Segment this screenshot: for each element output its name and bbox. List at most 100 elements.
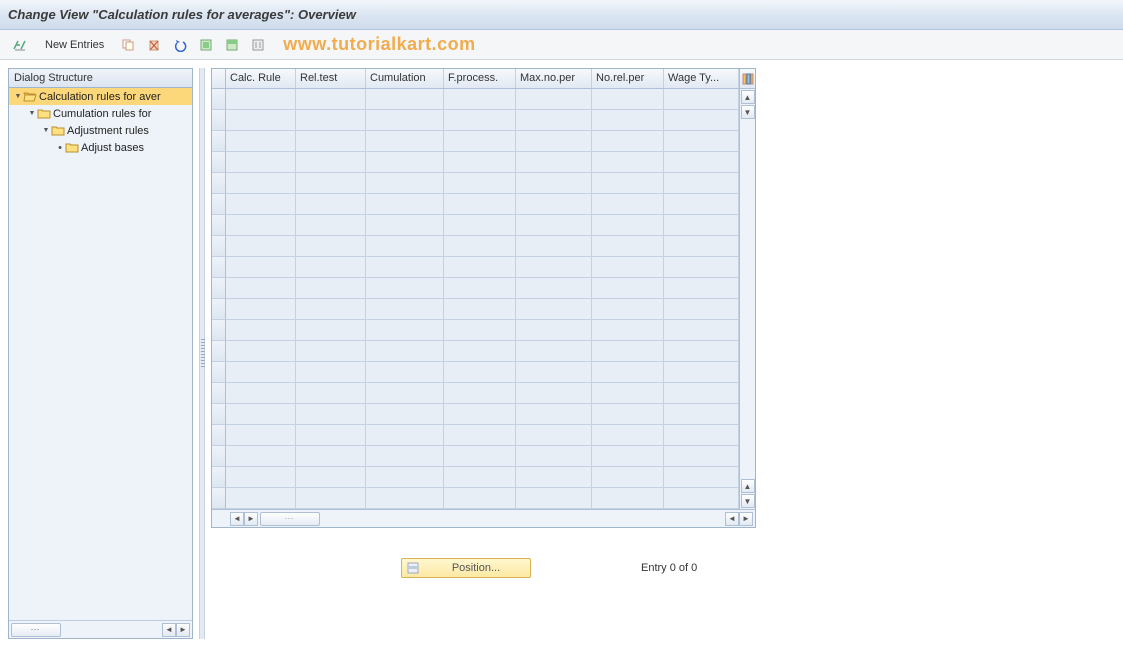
table-cell[interactable]	[296, 215, 366, 236]
table-cell[interactable]	[226, 383, 296, 404]
sidebar-more-button[interactable]: ⋯	[11, 623, 61, 637]
table-cell[interactable]	[444, 341, 516, 362]
scroll-down-icon[interactable]: ▼	[741, 494, 755, 508]
tree-node[interactable]: ▼Cumulation rules for	[9, 105, 192, 122]
table-cell[interactable]	[592, 299, 664, 320]
row-selector[interactable]	[212, 110, 226, 131]
table-cell[interactable]	[516, 152, 592, 173]
table-cell[interactable]	[366, 341, 444, 362]
table-cell[interactable]	[296, 278, 366, 299]
table-cell[interactable]	[592, 110, 664, 131]
vertical-scrollbar[interactable]: ▲ ▼ ▲ ▼	[739, 89, 755, 509]
table-cell[interactable]	[592, 404, 664, 425]
table-cell[interactable]	[444, 446, 516, 467]
table-cell[interactable]	[664, 236, 739, 257]
position-button[interactable]: Position...	[401, 558, 531, 578]
table-cell[interactable]	[664, 488, 739, 509]
table-cell[interactable]	[516, 173, 592, 194]
table-cell[interactable]	[226, 488, 296, 509]
table-cell[interactable]	[444, 362, 516, 383]
table-cell[interactable]	[516, 488, 592, 509]
row-selector[interactable]	[212, 467, 226, 488]
table-cell[interactable]	[664, 383, 739, 404]
table-cell[interactable]	[664, 362, 739, 383]
table-cell[interactable]	[516, 362, 592, 383]
table-cell[interactable]	[444, 278, 516, 299]
table-cell[interactable]	[226, 215, 296, 236]
table-cell[interactable]	[592, 341, 664, 362]
table-cell[interactable]	[226, 173, 296, 194]
table-cell[interactable]	[296, 488, 366, 509]
table-cell[interactable]	[226, 89, 296, 110]
table-cell[interactable]	[444, 425, 516, 446]
column-header-cumulation[interactable]: Cumulation	[366, 69, 444, 88]
table-cell[interactable]	[664, 152, 739, 173]
table-cell[interactable]	[516, 467, 592, 488]
table-cell[interactable]	[366, 278, 444, 299]
table-cell[interactable]	[296, 89, 366, 110]
table-cell[interactable]	[592, 362, 664, 383]
table-cell[interactable]	[592, 236, 664, 257]
table-cell[interactable]	[664, 341, 739, 362]
configure-columns-icon[interactable]	[739, 69, 755, 88]
table-cell[interactable]	[366, 236, 444, 257]
table-row[interactable]	[212, 467, 739, 488]
row-selector[interactable]	[212, 383, 226, 404]
column-header-wage-type[interactable]: Wage Ty...	[664, 69, 739, 88]
table-cell[interactable]	[664, 89, 739, 110]
table-cell[interactable]	[516, 131, 592, 152]
table-cell[interactable]	[296, 362, 366, 383]
table-cell[interactable]	[226, 131, 296, 152]
table-cell[interactable]	[444, 488, 516, 509]
table-row[interactable]	[212, 278, 739, 299]
table-cell[interactable]	[296, 299, 366, 320]
table-cell[interactable]	[664, 299, 739, 320]
row-selector[interactable]	[212, 194, 226, 215]
table-cell[interactable]	[664, 278, 739, 299]
table-row[interactable]	[212, 236, 739, 257]
table-cell[interactable]	[444, 110, 516, 131]
table-cell[interactable]	[516, 110, 592, 131]
undo-icon[interactable]	[169, 35, 191, 55]
table-cell[interactable]	[226, 467, 296, 488]
table-cell[interactable]	[226, 425, 296, 446]
tree-node[interactable]: •Adjust bases	[9, 139, 192, 156]
row-selector[interactable]	[212, 488, 226, 509]
table-cell[interactable]	[516, 341, 592, 362]
table-cell[interactable]	[592, 215, 664, 236]
table-row[interactable]	[212, 131, 739, 152]
table-cell[interactable]	[296, 383, 366, 404]
table-cell[interactable]	[516, 89, 592, 110]
table-row[interactable]	[212, 173, 739, 194]
expander-icon[interactable]: ▼	[27, 110, 37, 117]
table-cell[interactable]	[592, 488, 664, 509]
table-cell[interactable]	[366, 173, 444, 194]
table-cell[interactable]	[296, 152, 366, 173]
table-cell[interactable]	[444, 467, 516, 488]
table-cell[interactable]	[664, 404, 739, 425]
table-cell[interactable]	[296, 110, 366, 131]
row-selector[interactable]	[212, 131, 226, 152]
table-cell[interactable]	[444, 215, 516, 236]
hscroll-track[interactable]: ⋯	[260, 512, 320, 526]
table-cell[interactable]	[664, 215, 739, 236]
table-cell[interactable]	[664, 425, 739, 446]
row-selector[interactable]	[212, 278, 226, 299]
scroll-up-icon[interactable]: ▲	[741, 90, 755, 104]
table-cell[interactable]	[444, 194, 516, 215]
table-cell[interactable]	[226, 110, 296, 131]
table-cell[interactable]	[516, 404, 592, 425]
row-selector[interactable]	[212, 320, 226, 341]
table-cell[interactable]	[366, 425, 444, 446]
table-cell[interactable]	[296, 194, 366, 215]
table-cell[interactable]	[366, 383, 444, 404]
table-row[interactable]	[212, 488, 739, 509]
table-cell[interactable]	[296, 404, 366, 425]
table-cell[interactable]	[226, 299, 296, 320]
table-row[interactable]	[212, 215, 739, 236]
hscroll-right-end-icon[interactable]: ►	[739, 512, 753, 526]
table-cell[interactable]	[366, 446, 444, 467]
table-cell[interactable]	[296, 446, 366, 467]
row-selector[interactable]	[212, 341, 226, 362]
table-row[interactable]	[212, 362, 739, 383]
